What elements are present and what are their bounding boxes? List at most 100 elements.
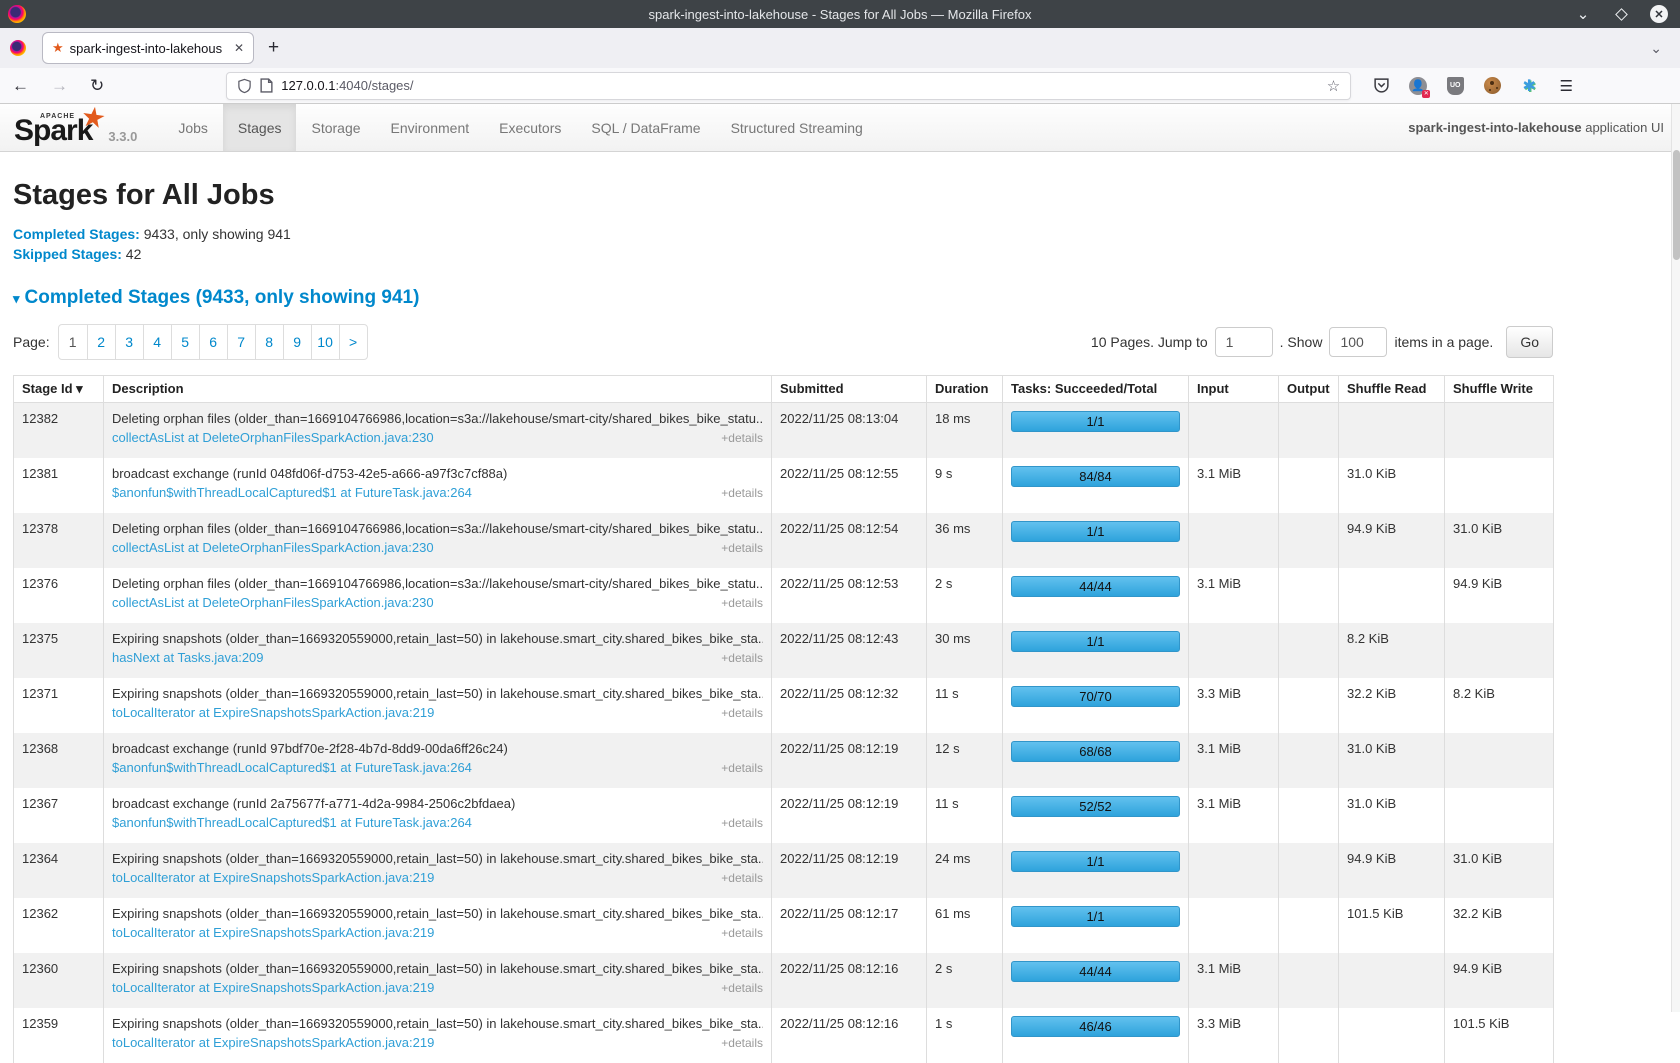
page-button-9[interactable]: 9 bbox=[283, 325, 311, 359]
column-header-3[interactable]: Duration bbox=[927, 376, 1003, 403]
bookmark-star-icon[interactable]: ☆ bbox=[1327, 77, 1340, 95]
shuffle-read-cell: 31.0 KiB bbox=[1339, 788, 1445, 843]
description-cell: broadcast exchange (runId 2a75677f-a771-… bbox=[104, 788, 772, 843]
page-button-1[interactable]: 1 bbox=[59, 325, 87, 359]
completed-stages-section-header[interactable]: ▾Completed Stages (9433, only showing 94… bbox=[13, 287, 1566, 309]
details-toggle[interactable]: +details bbox=[721, 651, 763, 665]
extension-asterisk-icon[interactable]: ✱ bbox=[1519, 76, 1539, 96]
url-text[interactable]: 127.0.0.1:4040/stages/ bbox=[281, 78, 413, 93]
nav-item-storage[interactable]: Storage bbox=[296, 104, 375, 151]
stage-callsite-link[interactable]: toLocalIterator at ExpireSnapshotsSparkA… bbox=[112, 980, 434, 995]
pocket-icon[interactable] bbox=[1371, 76, 1391, 96]
shuffle-read-cell: 101.5 KiB bbox=[1339, 898, 1445, 953]
spark-logo[interactable]: APACHE Spark ★ 3.3.0 bbox=[14, 110, 137, 146]
nav-item-stages[interactable]: Stages bbox=[223, 104, 297, 151]
duration-cell: 30 ms bbox=[927, 623, 1003, 678]
page-button-8[interactable]: 8 bbox=[255, 325, 283, 359]
stage-callsite-link[interactable]: collectAsList at DeleteOrphanFilesSparkA… bbox=[112, 540, 434, 555]
column-header-4[interactable]: Tasks: Succeeded/Total bbox=[1003, 376, 1189, 403]
menu-icon[interactable]: ☰ bbox=[1556, 76, 1576, 96]
details-toggle[interactable]: +details bbox=[721, 871, 763, 885]
url-bar[interactable]: 127.0.0.1:4040/stages/ ☆ bbox=[226, 72, 1351, 100]
browser-tab[interactable]: ★ spark-ingest-into-lakehous ✕ bbox=[42, 32, 254, 64]
reload-button[interactable]: ↻ bbox=[90, 76, 104, 96]
details-toggle[interactable]: +details bbox=[721, 981, 763, 995]
input-cell bbox=[1189, 403, 1279, 458]
stage-callsite-link[interactable]: collectAsList at DeleteOrphanFilesSparkA… bbox=[112, 595, 434, 610]
go-button[interactable]: Go bbox=[1506, 326, 1553, 358]
account-icon[interactable]: 👤✕ bbox=[1408, 76, 1428, 96]
nav-item-structured-streaming[interactable]: Structured Streaming bbox=[716, 104, 878, 151]
nav-item-sql-dataframe[interactable]: SQL / DataFrame bbox=[576, 104, 715, 151]
vertical-scrollbar[interactable] bbox=[1671, 104, 1680, 1012]
new-tab-button[interactable]: + bbox=[268, 37, 279, 59]
minimize-icon[interactable]: ⌄ bbox=[1574, 5, 1592, 23]
stage-callsite-link[interactable]: $anonfun$withThreadLocalCaptured$1 at Fu… bbox=[112, 760, 472, 775]
output-cell bbox=[1279, 898, 1339, 953]
collapse-arrow-icon[interactable]: ▾ bbox=[13, 291, 20, 306]
column-header-6[interactable]: Output bbox=[1279, 376, 1339, 403]
tab-list-chevron-icon[interactable]: ⌄ bbox=[1650, 40, 1662, 57]
output-cell bbox=[1279, 843, 1339, 898]
apache-label: APACHE bbox=[40, 113, 75, 120]
stage-callsite-link[interactable]: collectAsList at DeleteOrphanFilesSparkA… bbox=[112, 430, 434, 445]
spark-star-icon: ★ bbox=[79, 99, 108, 135]
details-toggle[interactable]: +details bbox=[721, 486, 763, 500]
details-toggle[interactable]: +details bbox=[721, 1036, 763, 1050]
cookie-extension-icon[interactable] bbox=[1482, 76, 1502, 96]
stage-callsite-link[interactable]: toLocalIterator at ExpireSnapshotsSparkA… bbox=[112, 925, 434, 940]
details-toggle[interactable]: +details bbox=[721, 541, 763, 555]
close-icon[interactable]: ✕ bbox=[1650, 5, 1668, 23]
nav-item-jobs[interactable]: Jobs bbox=[163, 104, 223, 151]
column-header-2[interactable]: Submitted bbox=[772, 376, 927, 403]
column-header-5[interactable]: Input bbox=[1189, 376, 1279, 403]
stage-callsite-link[interactable]: hasNext at Tasks.java:209 bbox=[112, 650, 264, 665]
maximize-icon[interactable] bbox=[1612, 5, 1630, 23]
nav-item-environment[interactable]: Environment bbox=[376, 104, 485, 151]
input-cell bbox=[1189, 623, 1279, 678]
account-error-badge: ✕ bbox=[1422, 90, 1430, 98]
stage-callsite-link[interactable]: $anonfun$withThreadLocalCaptured$1 at Fu… bbox=[112, 815, 472, 830]
details-toggle[interactable]: +details bbox=[721, 761, 763, 775]
details-toggle[interactable]: +details bbox=[721, 596, 763, 610]
output-cell bbox=[1279, 513, 1339, 568]
details-toggle[interactable]: +details bbox=[721, 431, 763, 445]
column-header-8[interactable]: Shuffle Write bbox=[1445, 376, 1554, 403]
stage-callsite-link[interactable]: toLocalIterator at ExpireSnapshotsSparkA… bbox=[112, 870, 434, 885]
shuffle-read-cell: 31.0 KiB bbox=[1339, 733, 1445, 788]
column-header-1[interactable]: Description bbox=[104, 376, 772, 403]
description-text: Expiring snapshots (older_than=166932055… bbox=[112, 1016, 763, 1031]
nav-item-executors[interactable]: Executors bbox=[484, 104, 576, 151]
page-info-icon[interactable] bbox=[260, 78, 273, 93]
tab-close-icon[interactable]: ✕ bbox=[234, 41, 244, 55]
next-page-button[interactable]: > bbox=[339, 325, 367, 359]
column-header-0[interactable]: Stage Id ▾ bbox=[14, 376, 104, 403]
ublock-icon[interactable]: UO bbox=[1445, 76, 1465, 96]
table-row: 12382Deleting orphan files (older_than=1… bbox=[14, 403, 1554, 458]
details-toggle[interactable]: +details bbox=[721, 926, 763, 940]
page-button-3[interactable]: 3 bbox=[115, 325, 143, 359]
page-button-2[interactable]: 2 bbox=[87, 325, 115, 359]
page-button-6[interactable]: 6 bbox=[199, 325, 227, 359]
page-button-7[interactable]: 7 bbox=[227, 325, 255, 359]
shield-icon[interactable] bbox=[237, 78, 252, 94]
page-button-5[interactable]: 5 bbox=[171, 325, 199, 359]
stage-callsite-link[interactable]: toLocalIterator at ExpireSnapshotsSparkA… bbox=[112, 705, 434, 720]
details-toggle[interactable]: +details bbox=[721, 706, 763, 720]
scrollbar-thumb[interactable] bbox=[1673, 150, 1680, 260]
items-per-page-input[interactable] bbox=[1329, 327, 1387, 357]
stages-table-body: 12382Deleting orphan files (older_than=1… bbox=[14, 403, 1554, 1063]
jump-to-page-input[interactable] bbox=[1215, 327, 1273, 357]
stage-callsite-link[interactable]: toLocalIterator at ExpireSnapshotsSparkA… bbox=[112, 1035, 434, 1050]
back-button[interactable]: ← bbox=[12, 76, 29, 96]
stage-callsite-link[interactable]: $anonfun$withThreadLocalCaptured$1 at Fu… bbox=[112, 485, 472, 500]
stage-id-cell: 12381 bbox=[14, 458, 104, 513]
page-button-10[interactable]: 10 bbox=[311, 325, 339, 359]
output-cell bbox=[1279, 953, 1339, 1008]
column-header-7[interactable]: Shuffle Read bbox=[1339, 376, 1445, 403]
page-button-4[interactable]: 4 bbox=[143, 325, 171, 359]
details-toggle[interactable]: +details bbox=[721, 816, 763, 830]
input-cell bbox=[1189, 898, 1279, 953]
shuffle-read-cell bbox=[1339, 953, 1445, 1008]
submitted-cell: 2022/11/25 08:12:19 bbox=[772, 843, 927, 898]
